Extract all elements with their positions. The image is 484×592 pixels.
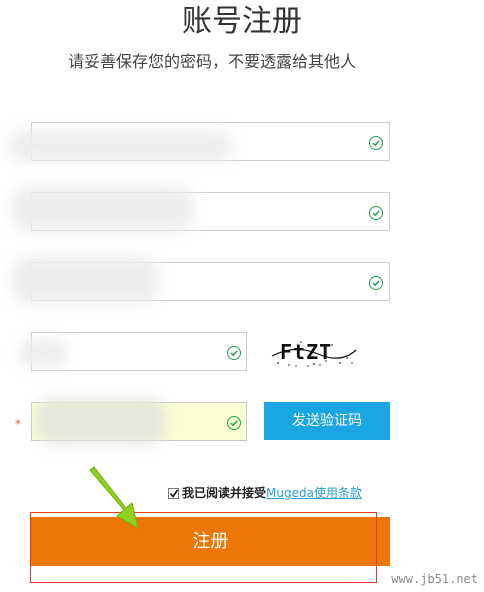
register-button[interactable]: 注册: [31, 517, 390, 566]
page-subtitle: 请妥善保存您的密码，不要透露给其他人: [67, 52, 356, 71]
valid-check-icon: [227, 346, 241, 360]
send-code-button[interactable]: 发送验证码: [264, 402, 390, 440]
redaction-blur: [10, 186, 195, 232]
valid-check-icon: [227, 416, 241, 430]
redaction-blur: [10, 256, 160, 304]
captcha-text: FtZT: [280, 340, 332, 364]
terms-agreement: 我已阅读并接受 Mugeda使用条款: [168, 485, 362, 501]
valid-check-icon: [369, 206, 383, 220]
redaction-blur: [8, 130, 233, 162]
required-mark: *: [15, 417, 21, 431]
terms-checkbox[interactable]: [168, 487, 179, 499]
page-title: 账号注册: [182, 4, 302, 39]
redaction-blur: [36, 398, 166, 444]
redaction-blur: [18, 338, 68, 368]
green-arrow-icon: [89, 466, 139, 530]
valid-check-icon: [369, 136, 383, 150]
valid-check-icon: [369, 276, 383, 290]
captcha-image[interactable]: FtZT: [270, 336, 358, 370]
terms-prefix: 我已阅读并接受: [182, 486, 267, 500]
watermark: www.jb51.net: [391, 572, 478, 586]
terms-link[interactable]: Mugeda使用条款: [266, 485, 362, 501]
